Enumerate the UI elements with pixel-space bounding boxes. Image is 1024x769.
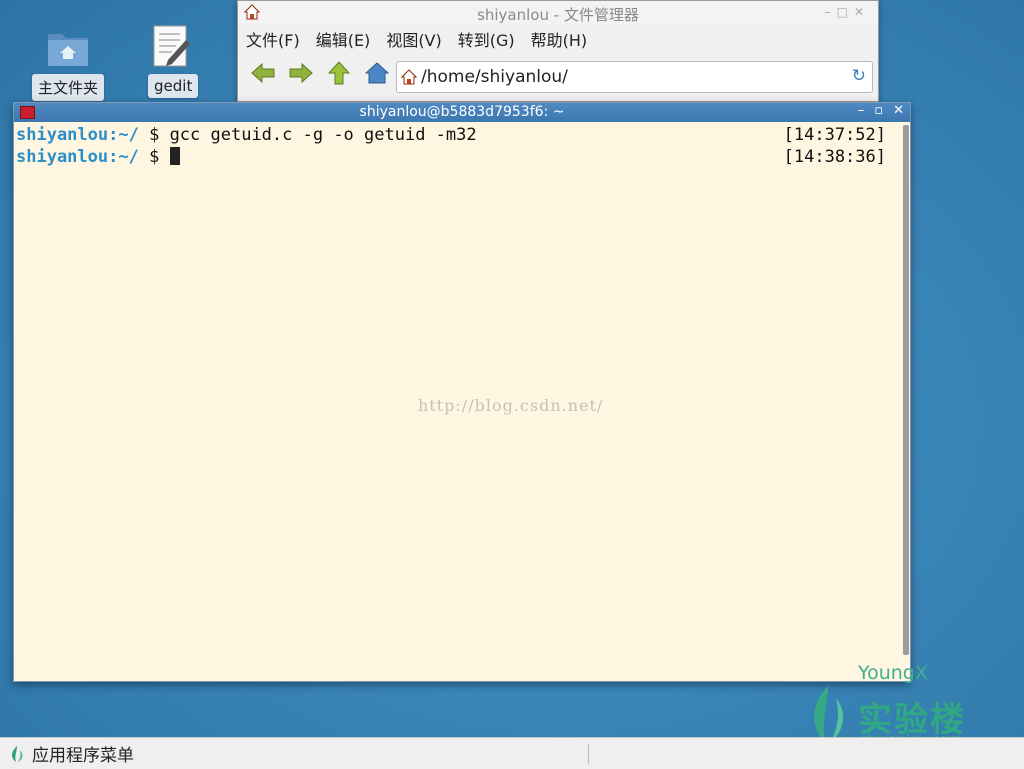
home-button[interactable] xyxy=(364,60,390,86)
text-editor-icon xyxy=(153,25,190,67)
arrow-right-icon xyxy=(289,62,313,84)
file-manager-window: shiyanlou - 文件管理器 –□✕ 文件(F) 编辑(E) 视图(V) … xyxy=(237,0,879,102)
author-mark: YoungX xyxy=(858,662,928,684)
up-button[interactable] xyxy=(326,60,352,86)
arrow-left-icon xyxy=(251,62,275,84)
taskbar: 应用程序菜单 xyxy=(0,737,1024,769)
command-text: gcc getuid.c -g -o getuid -m32 xyxy=(169,125,477,145)
timestamp: [14:37:52] xyxy=(783,125,886,145)
scrollbar[interactable] xyxy=(903,125,909,655)
timestamp: [14:38:36] xyxy=(783,147,886,167)
reload-icon[interactable]: ↻ xyxy=(852,66,866,86)
address-text: /home/shiyanlou/ xyxy=(421,67,568,87)
close-icon[interactable]: ✕ xyxy=(893,103,904,118)
desktop-icon-label: gedit xyxy=(148,74,199,98)
terminal-line: shiyanlou:~/ $ gcc getuid.c -g -o getuid… xyxy=(16,124,896,146)
applications-menu-button[interactable]: 应用程序菜单 xyxy=(0,741,134,766)
terminal-output[interactable]: shiyanlou:~/ $ gcc getuid.c -g -o getuid… xyxy=(14,122,900,681)
prompt-user: shiyanlou xyxy=(16,147,109,167)
prompt-path: :~/ xyxy=(108,147,139,167)
window-controls: – ▫ ✕ xyxy=(858,103,904,118)
address-bar[interactable]: /home/shiyanlou/ ↻ xyxy=(396,61,873,93)
terminal-window: shiyanlou@b5883d7953f6: ~ – ▫ ✕ shiyanlo… xyxy=(13,102,911,682)
terminal-line: shiyanlou:~/ $ [14:38:36] xyxy=(16,146,896,168)
terminal-title: shiyanlou@b5883d7953f6: ~ xyxy=(359,104,565,120)
close-icon[interactable]: ✕ xyxy=(854,5,870,19)
maximize-icon[interactable]: ▫ xyxy=(874,103,883,118)
desktop-icon-gedit[interactable]: gedit xyxy=(148,24,199,98)
prompt-user: shiyanlou xyxy=(16,125,109,145)
prompt-symbol: $ xyxy=(138,125,170,145)
window-controls: –□✕ xyxy=(825,5,870,19)
menu-edit[interactable]: 编辑(E) xyxy=(316,27,371,51)
file-manager-title: shiyanlou - 文件管理器 xyxy=(477,6,639,24)
arrow-up-icon xyxy=(328,61,350,85)
file-manager-menubar: 文件(F) 编辑(E) 视图(V) 转到(G) 帮助(H) xyxy=(238,25,878,53)
minimize-icon[interactable]: – xyxy=(825,5,837,19)
home-icon xyxy=(401,69,417,85)
menu-help[interactable]: 帮助(H) xyxy=(531,27,588,51)
text-cursor xyxy=(169,147,180,165)
file-manager-titlebar[interactable]: shiyanlou - 文件管理器 –□✕ xyxy=(238,1,878,25)
maximize-icon[interactable]: □ xyxy=(837,5,854,19)
watermark-text: http://blog.csdn.net/ xyxy=(418,396,604,415)
desktop-icon-label: 主文件夹 xyxy=(32,74,104,101)
terminal-titlebar[interactable]: shiyanlou@b5883d7953f6: ~ – ▫ ✕ xyxy=(14,103,910,122)
forward-button[interactable] xyxy=(288,60,314,86)
menu-go[interactable]: 转到(G) xyxy=(458,27,515,51)
menu-view[interactable]: 视图(V) xyxy=(386,27,441,51)
leaf-logo-icon xyxy=(12,745,23,762)
back-button[interactable] xyxy=(250,60,276,86)
applications-menu-label: 应用程序菜单 xyxy=(32,746,134,766)
desktop-icon-home-folder[interactable]: 主文件夹 xyxy=(32,24,104,101)
taskbar-separator xyxy=(588,744,589,764)
minimize-icon[interactable]: – xyxy=(858,103,865,118)
menu-file[interactable]: 文件(F) xyxy=(246,27,300,51)
prompt-symbol: $ xyxy=(138,147,170,167)
folder-icon xyxy=(48,34,88,66)
prompt-path: :~/ xyxy=(108,125,139,145)
home-icon xyxy=(365,62,389,84)
